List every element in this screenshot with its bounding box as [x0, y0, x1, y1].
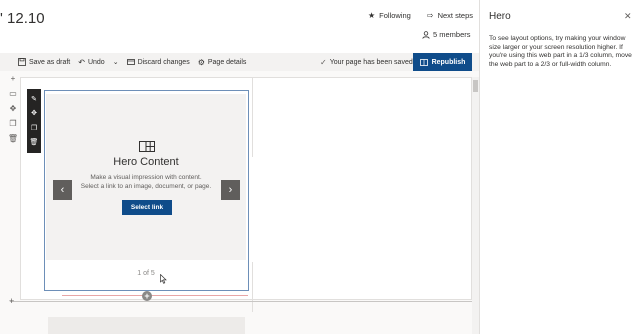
- page-details-label: Page details: [207, 58, 247, 66]
- star-icon: ★: [368, 11, 376, 20]
- republish-label: Republish: [431, 58, 466, 66]
- scrollbar[interactable]: [472, 77, 479, 334]
- duplicate-icon[interactable]: ❐: [31, 125, 37, 132]
- hero-description-line: Select a link to an image, document, or …: [80, 183, 212, 190]
- next-steps-label: Next steps: [437, 11, 473, 20]
- edit-pencil-icon[interactable]: ✎: [31, 96, 37, 103]
- move-section-icon[interactable]: ✥: [10, 105, 17, 113]
- webpart-toolbar: ✎ ✥ ❐ 🗑: [27, 89, 41, 153]
- next-steps-button[interactable]: ⇨ Next steps: [427, 11, 473, 20]
- mouse-cursor-icon: [160, 274, 167, 284]
- header-actions: ★ Following ⇨ Next steps: [368, 11, 473, 20]
- site-title: ' 12.10: [0, 10, 45, 27]
- hero-description: Make a visual impression with content. S…: [46, 173, 246, 191]
- section-boundary: [10, 301, 472, 302]
- hero-description-line: Make a visual impression with content.: [90, 174, 202, 181]
- section-toolbar: + ▭ ✥ ❐ 🗑: [6, 75, 20, 143]
- discard-icon: [126, 59, 135, 65]
- move-icon[interactable]: ✥: [31, 110, 37, 117]
- undo-label: Undo: [87, 58, 105, 66]
- save-status: ✓ Your page has been saved: [320, 53, 413, 71]
- next-section-placeholder: [48, 317, 245, 334]
- webpart-bottom-indicator: [62, 295, 248, 296]
- save-draft-label: Save as draft: [29, 58, 71, 66]
- following-button[interactable]: ★ Following: [368, 11, 411, 20]
- person-icon: [422, 30, 430, 39]
- add-webpart-button[interactable]: +: [142, 291, 152, 301]
- scrollbar-thumb[interactable]: [473, 80, 478, 92]
- select-link-button[interactable]: Select link: [122, 200, 172, 215]
- members-label: 5 members: [433, 30, 471, 39]
- discard-changes-button[interactable]: Discard changes: [123, 53, 194, 71]
- members-button[interactable]: 5 members: [422, 30, 471, 39]
- undo-button[interactable]: ↶ Undo: [74, 53, 108, 71]
- floppy-icon: [18, 58, 26, 66]
- edit-section-icon[interactable]: ▭: [9, 90, 17, 98]
- checkmark-icon: ✓: [320, 57, 327, 67]
- following-label: Following: [379, 11, 411, 20]
- property-pane-message: To see layout options, try making your w…: [489, 35, 632, 69]
- next-slide-button[interactable]: ›: [221, 180, 240, 200]
- add-section-icon[interactable]: +: [11, 75, 16, 83]
- add-section-icon[interactable]: +: [9, 296, 14, 306]
- delete-icon[interactable]: 🗑: [30, 139, 39, 146]
- chevron-down-icon: ⌄: [112, 59, 119, 66]
- column-divider: [252, 77, 253, 157]
- undo-dropdown[interactable]: ⌄: [109, 53, 123, 71]
- hero-title: Hero Content: [113, 156, 179, 168]
- delete-section-icon[interactable]: 🗑: [8, 135, 18, 143]
- gear-icon: ⚙: [197, 57, 205, 67]
- republish-button[interactable]: Republish: [413, 53, 472, 71]
- property-pane-title: Hero: [489, 11, 511, 22]
- pager-text: 1 of 5: [137, 270, 155, 277]
- chevron-left-icon: ‹: [60, 184, 65, 196]
- arrow-right-icon: ⇨: [426, 11, 434, 20]
- chevron-right-icon: ›: [228, 184, 233, 196]
- page: ' 12.10 ★ Following ⇨ Next steps 5 membe…: [0, 0, 640, 334]
- previous-slide-button[interactable]: ‹: [53, 180, 72, 200]
- grid-icon: [139, 141, 155, 152]
- column-divider: [252, 262, 253, 312]
- save-draft-button[interactable]: Save as draft: [14, 53, 74, 71]
- undo-icon: ↶: [78, 57, 85, 67]
- page-details-button[interactable]: ⚙ Page details: [194, 53, 251, 71]
- book-icon: [419, 58, 428, 66]
- close-icon[interactable]: ✕: [624, 11, 632, 22]
- save-status-text: Your page has been saved: [329, 58, 413, 66]
- duplicate-section-icon[interactable]: ❐: [9, 120, 16, 128]
- discard-label: Discard changes: [137, 58, 190, 66]
